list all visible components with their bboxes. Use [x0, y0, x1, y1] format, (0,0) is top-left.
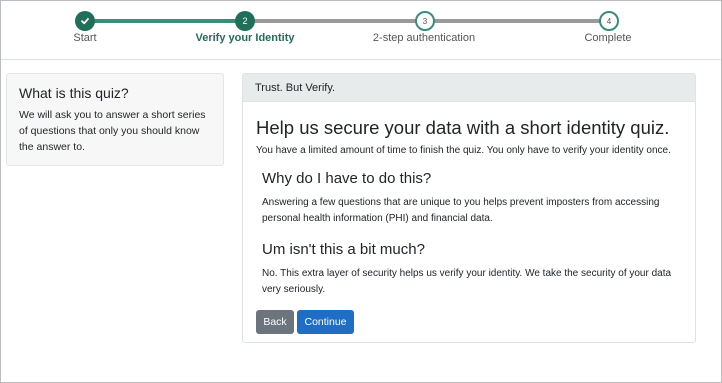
faq-section: Why do I have to do this? Answering a fe…	[256, 170, 682, 297]
step-1-label: Start	[73, 32, 97, 44]
quiz-info-title: What is this quiz?	[19, 85, 129, 101]
card-body: Help us secure your data with a short id…	[243, 102, 695, 334]
step-4-indicator: 4	[599, 11, 619, 31]
step-3-label: 2-step authentication	[372, 32, 476, 44]
step-2-indicator: 2	[235, 11, 255, 31]
faq-text-much: No. This extra layer of security helps u…	[262, 268, 672, 295]
step-3-indicator: 3	[415, 11, 435, 31]
page-title: Help us secure your data with a short id…	[256, 117, 670, 138]
step-1-check-icon	[75, 11, 95, 31]
action-buttons: Back Continue	[256, 310, 682, 334]
progress-track-complete	[85, 19, 245, 23]
continue-button[interactable]: Continue	[297, 310, 354, 334]
quiz-info-text: We will ask you to answer a short series…	[19, 109, 206, 153]
faq-heading-why: Why do I have to do this?	[262, 170, 432, 187]
faq-heading-much: Um isn't this a bit much?	[262, 241, 425, 258]
identity-quiz-card: Trust. But Verify. Help us secure your d…	[242, 73, 696, 343]
step-2-label: Verify your Identity	[195, 32, 295, 44]
back-button[interactable]: Back	[256, 310, 294, 334]
faq-text-why: Answering a few questions that are uniqu…	[262, 197, 660, 224]
quiz-info-card: What is this quiz? We will ask you to an…	[6, 73, 224, 166]
step-4-label: Complete	[584, 32, 632, 44]
card-header: Trust. But Verify.	[243, 74, 695, 102]
intro-text: You have a limited amount of time to fin…	[256, 145, 671, 156]
progress-stepper: 2 3 4 Start Verify your Identity 2-step …	[1, 1, 721, 60]
